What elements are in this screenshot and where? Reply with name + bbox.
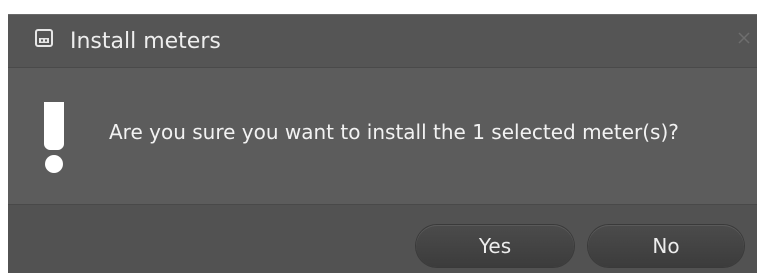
dialog-title: Install meters <box>70 29 221 54</box>
exclamation-icon <box>42 100 66 174</box>
dialog-titlebar: Install meters <box>8 15 757 68</box>
close-icon[interactable] <box>737 30 751 44</box>
yes-button[interactable]: Yes <box>416 225 574 267</box>
dialog-footer: Yes No <box>8 204 757 273</box>
install-meters-dialog: Install meters Are you sure you want to … <box>8 14 757 273</box>
dialog-body: Are you sure you want to install the 1 s… <box>8 68 757 204</box>
window-icon <box>35 29 53 47</box>
confirmation-message: Are you sure you want to install the 1 s… <box>109 120 679 144</box>
no-button[interactable]: No <box>588 225 744 267</box>
